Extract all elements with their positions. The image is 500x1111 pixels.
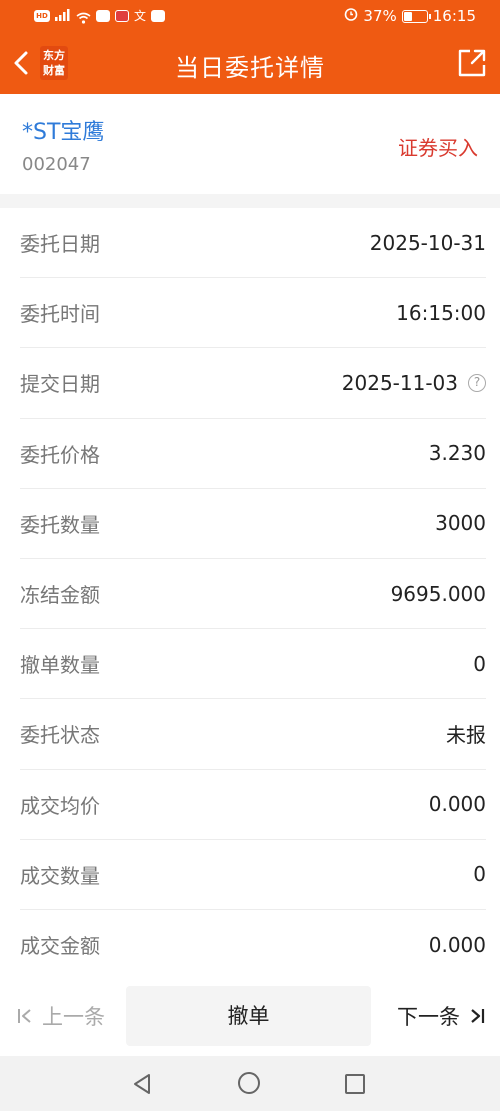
detail-value: 0 [473, 862, 486, 887]
signal-icon [55, 7, 71, 25]
detail-value: 3000 [435, 511, 486, 536]
detail-row-filled-amount: 成交金额 0.000 [20, 910, 486, 980]
prev-button[interactable]: 上一条 [16, 998, 105, 1034]
share-button[interactable] [456, 47, 488, 79]
detail-label: 冻结金额 [20, 583, 100, 608]
detail-row-order-quantity: 委托数量 3000 [20, 489, 486, 559]
next-button[interactable]: 下一条 [397, 998, 486, 1034]
page-title: 当日委托详情 [175, 54, 325, 82]
order-details: 委托日期 2025-10-31 委托时间 16:15:00 提交日期 2025-… [0, 208, 500, 980]
mail-icon [151, 10, 166, 22]
battery-percent: 37% [363, 7, 397, 25]
system-nav-bar [0, 1056, 500, 1111]
detail-value: 2025-10-31 [369, 230, 486, 255]
cancel-order-button[interactable]: 撤单 [126, 986, 371, 1046]
detail-row-order-status: 委托状态 未报 [20, 699, 486, 770]
detail-value: 3.230 [428, 441, 486, 466]
detail-label: 成交金额 [20, 934, 100, 959]
detail-value: 未报 [446, 723, 486, 748]
alarm-icon [344, 7, 358, 25]
stock-info: *ST宝鹰 002047 证券买入 [0, 94, 500, 194]
detail-row-cancel-quantity: 撤单数量 0 [20, 629, 486, 700]
detail-label: 委托状态 [20, 723, 100, 748]
last-page-icon [471, 1009, 485, 1023]
prev-label: 上一条 [42, 1005, 105, 1029]
status-bar: HD 文 37% 16:15 [0, 0, 500, 32]
hd-icon: HD [34, 10, 50, 22]
detail-label: 成交数量 [20, 863, 100, 888]
mail-icon [96, 10, 110, 22]
detail-label: 委托数量 [20, 512, 100, 537]
detail-row-avg-price: 成交均价 0.000 [20, 770, 486, 840]
wifi-icon [76, 10, 91, 24]
detail-row-order-price: 委托价格 3.230 [20, 419, 486, 489]
action-bar: 上一条 撤单 下一条 [0, 978, 500, 1056]
detail-label: 撤单数量 [20, 653, 100, 678]
nav-back-icon[interactable] [131, 1073, 153, 1095]
trade-type: 证券买入 [398, 136, 478, 160]
detail-row-order-date: 委托日期 2025-10-31 [20, 208, 486, 279]
detail-value: 0 [473, 651, 486, 676]
app-icon [115, 10, 129, 22]
first-page-icon [18, 1009, 31, 1023]
next-label: 下一条 [397, 1005, 460, 1029]
detail-value: 2025-11-03 [341, 370, 458, 395]
detail-label: 委托日期 [20, 232, 100, 257]
detail-value: 9695.000 [390, 581, 486, 606]
detail-label: 委托时间 [20, 302, 100, 327]
detail-value-wrap: 2025-11-03 ? [342, 371, 486, 395]
share-icon [458, 49, 486, 77]
stock-code: 002047 [22, 154, 91, 175]
clock: 16:15 [432, 7, 476, 25]
battery-icon [401, 9, 431, 23]
nav-recents-icon[interactable] [345, 1074, 365, 1094]
detail-label: 委托价格 [20, 442, 100, 467]
detail-value: 0.000 [428, 932, 486, 957]
detail-row-filled-quantity: 成交数量 0 [20, 840, 486, 910]
detail-value: 16:15:00 [396, 300, 486, 325]
detail-row-order-time: 委托时间 16:15:00 [20, 278, 486, 349]
detail-label: 提交日期 [20, 372, 100, 397]
help-icon[interactable]: ? [468, 373, 486, 392]
app-header: 东方 财富 当日委托详情 [0, 32, 500, 94]
stock-name[interactable]: *ST宝鹰 [22, 114, 104, 146]
detail-row-submit-date: 提交日期 2025-11-03 ? [20, 348, 486, 419]
section-divider [0, 194, 500, 208]
detail-row-frozen-amount: 冻结金额 9695.000 [20, 559, 486, 630]
detail-label: 成交均价 [20, 793, 100, 818]
translate-icon: 文 [134, 9, 147, 23]
detail-value: 0.000 [428, 792, 486, 817]
nav-home-icon[interactable] [238, 1072, 260, 1094]
